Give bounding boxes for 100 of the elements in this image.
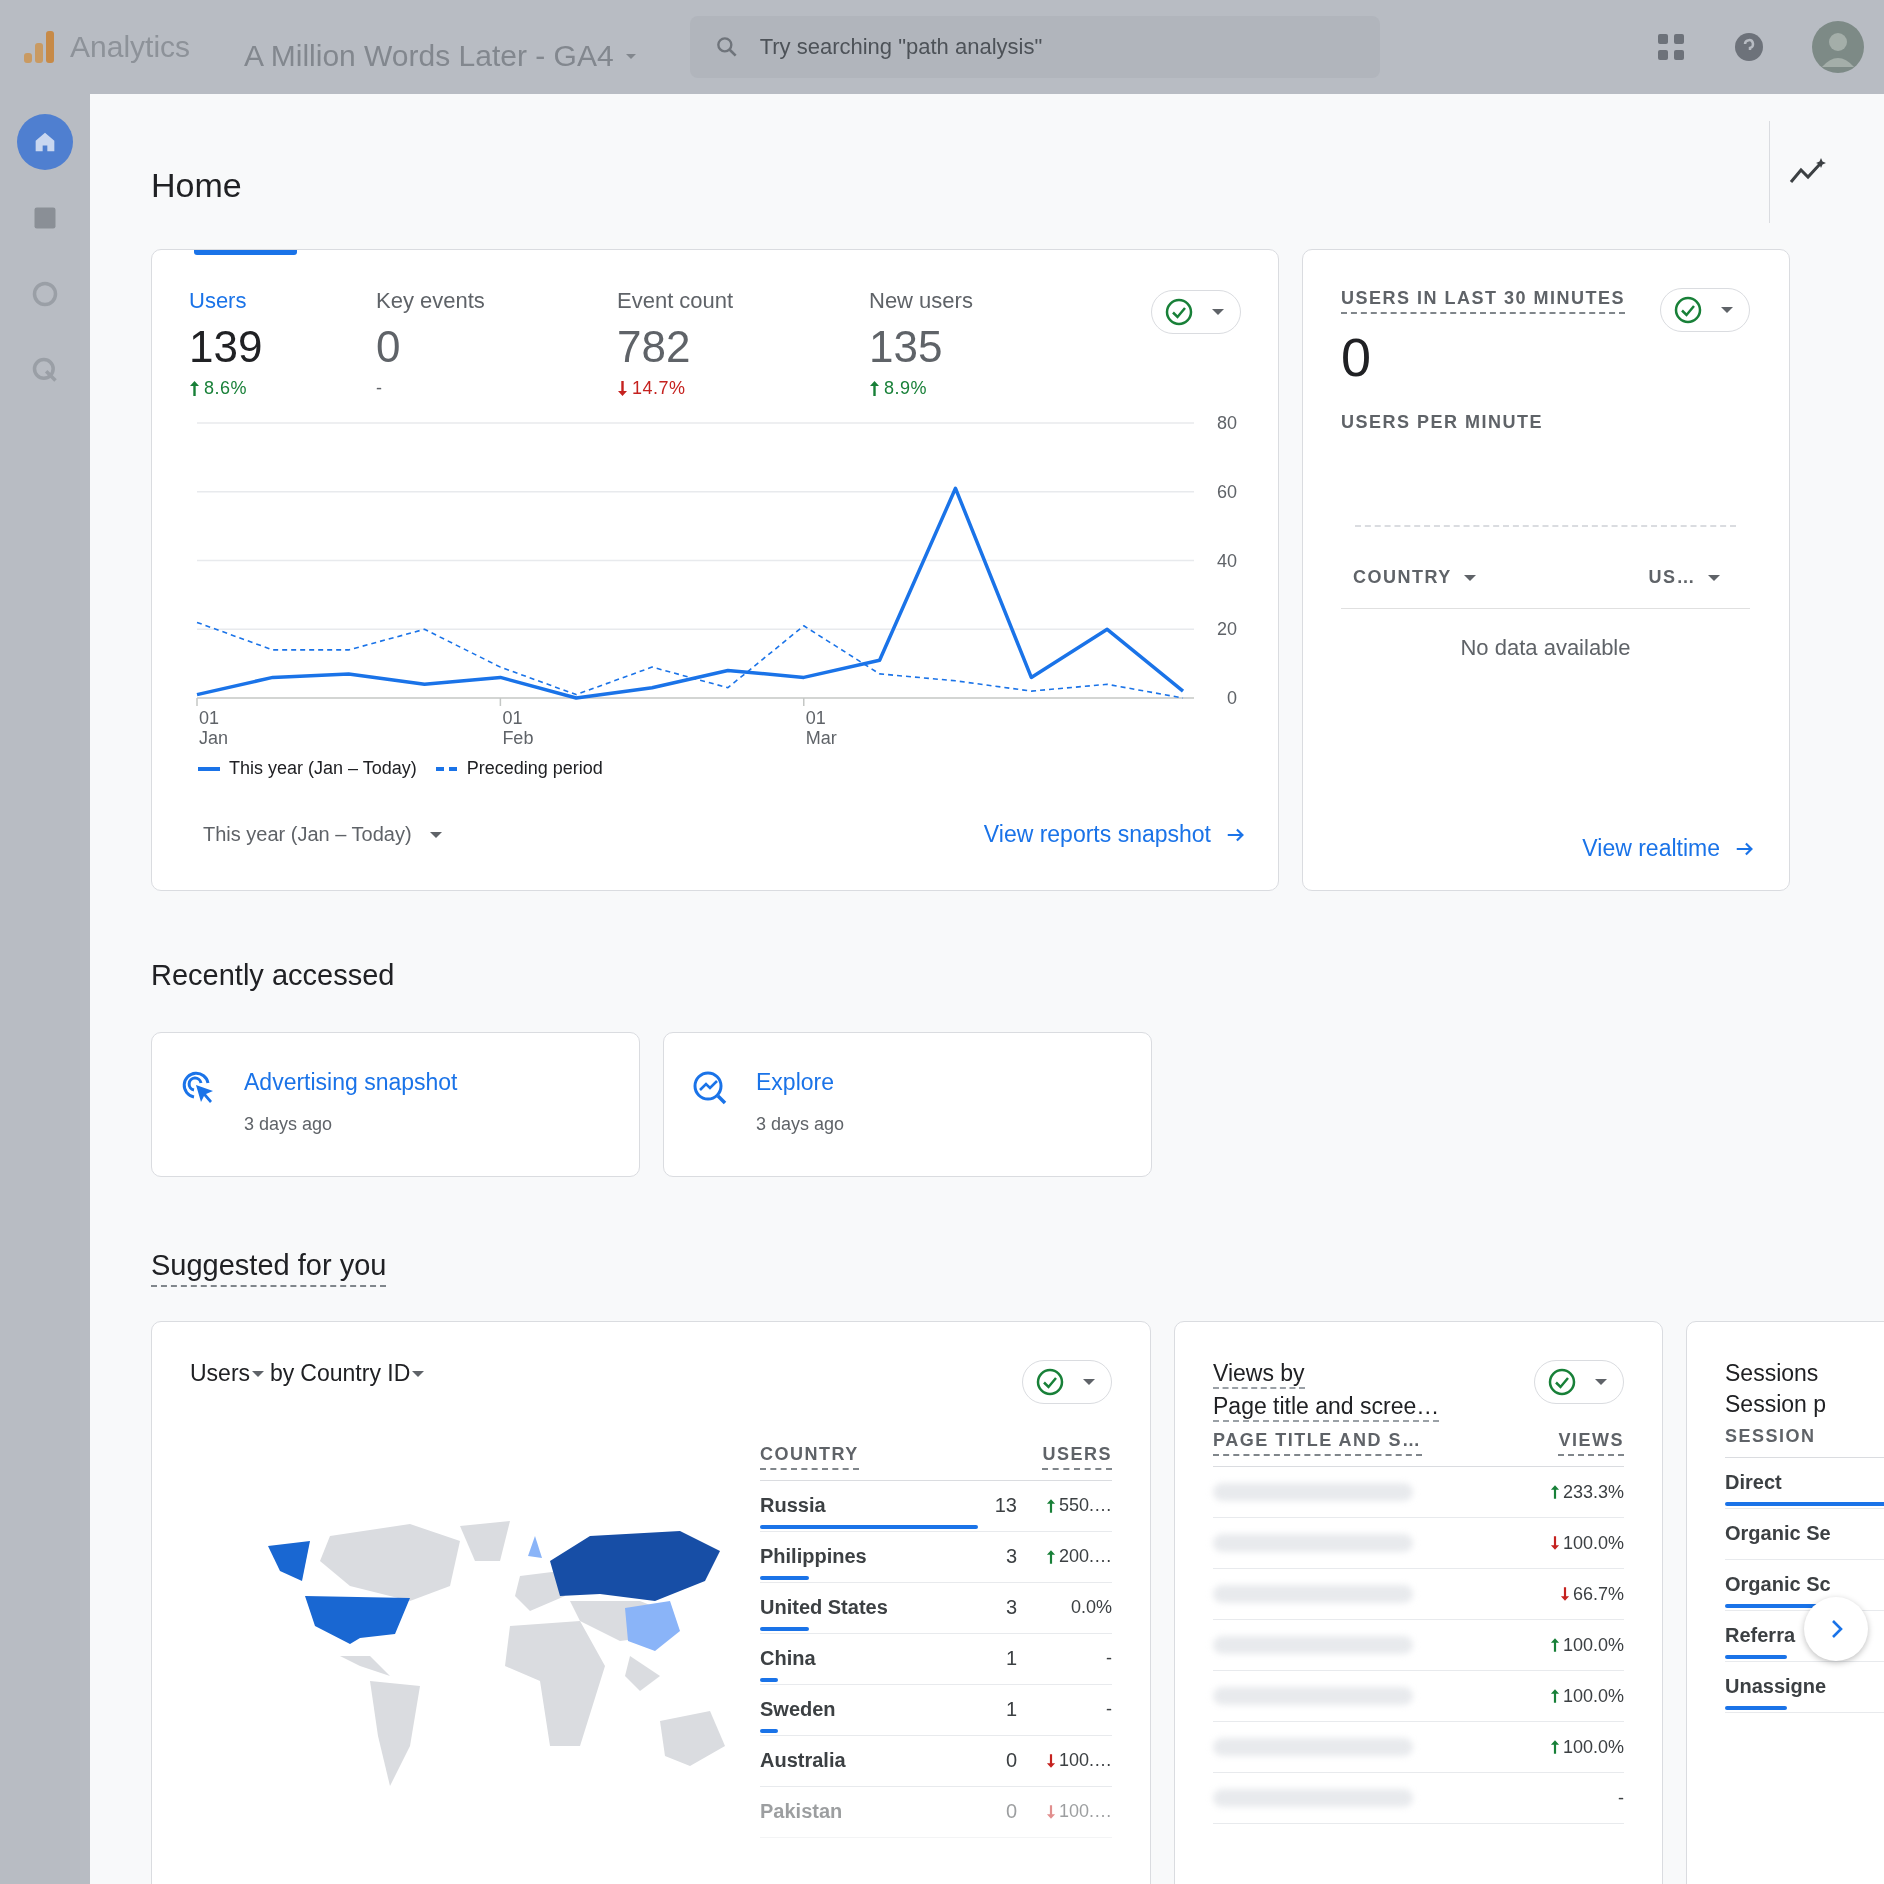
arrow-down-icon xyxy=(1045,1752,1056,1769)
arrow-up-icon xyxy=(1549,1484,1560,1500)
table-cell: Unassigne xyxy=(1725,1675,1827,1698)
table-cell: 100.… xyxy=(1017,1801,1112,1822)
compare-button[interactable] xyxy=(1660,288,1750,332)
realtime-value: 0 xyxy=(1341,326,1373,388)
caret-icon xyxy=(1083,1379,1095,1385)
legend-label: This year (Jan – Today) xyxy=(229,758,417,779)
legend-swatch-icon xyxy=(434,765,459,772)
column-header[interactable]: USERS xyxy=(1042,1444,1112,1470)
table-cell-text: 13 xyxy=(993,1494,1017,1517)
table-cell-text: 1 xyxy=(1004,1698,1017,1721)
metric-tab[interactable]: Event count 782 14.7% xyxy=(617,288,869,399)
axis-label: 40 xyxy=(1216,550,1237,571)
card-title: Page title and scree… xyxy=(1213,1393,1440,1422)
check-circle-icon xyxy=(1547,1367,1577,1397)
table-cell: Organic Sc xyxy=(1725,1573,1831,1596)
caret-icon xyxy=(1595,1379,1607,1385)
arrow-up-icon xyxy=(1045,1497,1056,1514)
table-cell-text: Pakistan xyxy=(760,1800,844,1823)
arrow-down-icon xyxy=(617,380,628,397)
page-title: Home xyxy=(151,166,243,205)
table-cell: 550.… xyxy=(1017,1495,1112,1516)
column-header[interactable]: SESSION xyxy=(1725,1426,1816,1447)
column-header[interactable]: COUNTRY xyxy=(1353,567,1476,588)
table-cell-text: 0 xyxy=(1004,1800,1017,1823)
metric-tab[interactable]: Users 139 8.6% xyxy=(189,288,376,399)
compare-button[interactable] xyxy=(1151,290,1241,334)
section-title: Recently accessed xyxy=(151,959,396,992)
caret-icon xyxy=(625,53,636,59)
table-cell-text: 1 xyxy=(1004,1647,1017,1670)
table-cell-text: 0 xyxy=(1004,1749,1017,1772)
arrow-up-icon xyxy=(1549,1637,1560,1653)
home-nav-item[interactable] xyxy=(17,114,73,170)
metric-dropdown[interactable]: Users xyxy=(190,1360,265,1387)
help-icon[interactable] xyxy=(1734,32,1764,62)
caret-icon xyxy=(252,1370,265,1377)
metric-tab[interactable]: Key events 0 - xyxy=(376,288,617,399)
table-cell-text: 0.0% xyxy=(1069,1597,1112,1618)
axis-label: 20 xyxy=(1216,619,1237,640)
compare-button[interactable] xyxy=(1022,1360,1112,1404)
column-header[interactable]: US… xyxy=(1648,567,1720,588)
recent-item-card[interactable]: Explore 3 days ago xyxy=(663,1032,1152,1177)
empty-message: No data available xyxy=(1459,635,1632,661)
axis-label: 01 Feb xyxy=(502,708,534,748)
recent-item-time: 3 days ago xyxy=(244,1114,334,1135)
compare-button[interactable] xyxy=(1534,1360,1624,1404)
arrow-up-icon xyxy=(189,380,200,397)
recent-item-card[interactable]: Advertising snapshot 3 days ago xyxy=(151,1032,640,1177)
column-header[interactable]: PAGE TITLE AND S… xyxy=(1213,1430,1422,1456)
card-title: Views by xyxy=(1213,1360,1305,1389)
realtime-title: USERS IN LAST 30 MINUTES xyxy=(1341,288,1626,314)
axis-label: 0 xyxy=(1227,688,1237,708)
view-realtime-link[interactable]: View realtime xyxy=(1582,835,1756,862)
explore-chart-icon xyxy=(692,1069,728,1105)
dimension-dropdown[interactable]: Country ID xyxy=(300,1360,425,1387)
table-cell-text: Philippines xyxy=(760,1545,868,1568)
table-cell-text: 3 xyxy=(1004,1596,1017,1619)
table-cell: 233.3% xyxy=(1529,1481,1624,1503)
table-cell: 100.0% xyxy=(1529,1685,1624,1707)
table-cell-text: - xyxy=(1105,1648,1112,1669)
search-field[interactable]: Try searching "path analysis" xyxy=(689,16,1380,78)
analytics-logo-icon xyxy=(22,29,56,65)
table-cell: 100.… xyxy=(1017,1750,1112,1771)
table-cell-text: United States xyxy=(760,1596,889,1619)
column-header[interactable]: VIEWS xyxy=(1558,1430,1624,1456)
legend-swatch-icon xyxy=(197,765,221,772)
title-connector: by xyxy=(270,1360,295,1387)
table-cell-text: 3 xyxy=(1004,1545,1017,1568)
caret-icon xyxy=(1708,574,1720,581)
table-cell-text: China xyxy=(760,1647,817,1670)
view-reports-link[interactable]: View reports snapshot xyxy=(983,821,1247,848)
chart-subtitle: USERS PER MINUTE xyxy=(1341,412,1545,433)
caret-icon xyxy=(412,1370,425,1377)
magnifier-icon xyxy=(31,356,59,384)
table-cell: 100.0% xyxy=(1529,1532,1624,1554)
section-title: Suggested for you xyxy=(151,1249,387,1287)
table-cell: 200.… xyxy=(1017,1546,1112,1567)
arrow-down-icon xyxy=(1559,1586,1570,1602)
arrow-down-icon xyxy=(1549,1535,1560,1551)
avatar-icon[interactable] xyxy=(1812,21,1864,73)
recent-item-title: Explore xyxy=(756,1069,835,1096)
table-cell-text: - xyxy=(1617,1787,1624,1809)
column-header[interactable]: COUNTRY xyxy=(760,1444,859,1470)
arrow-up-icon xyxy=(1549,1688,1560,1704)
table-cell: 100.0% xyxy=(1529,1634,1624,1656)
date-range-dropdown[interactable]: This year (Jan – Today) xyxy=(189,819,456,850)
legend-label: Preceding period xyxy=(466,758,603,779)
table-cell-text: Australia xyxy=(760,1749,847,1772)
table-cell: Referra xyxy=(1725,1624,1796,1647)
axis-label: 01 Jan xyxy=(199,708,229,748)
table-cell-text: Russia xyxy=(760,1494,827,1517)
apps-icon[interactable] xyxy=(1656,32,1686,62)
check-circle-icon xyxy=(1164,297,1194,327)
metric-tab[interactable]: New users 135 8.9% xyxy=(869,288,973,399)
axis-label: 01 Mar xyxy=(805,708,837,748)
card-title: Sessions xyxy=(1725,1360,1820,1387)
table-cell-text: Sweden xyxy=(760,1698,837,1721)
card-title: Session p xyxy=(1725,1391,1827,1418)
check-circle-icon xyxy=(1035,1367,1065,1397)
